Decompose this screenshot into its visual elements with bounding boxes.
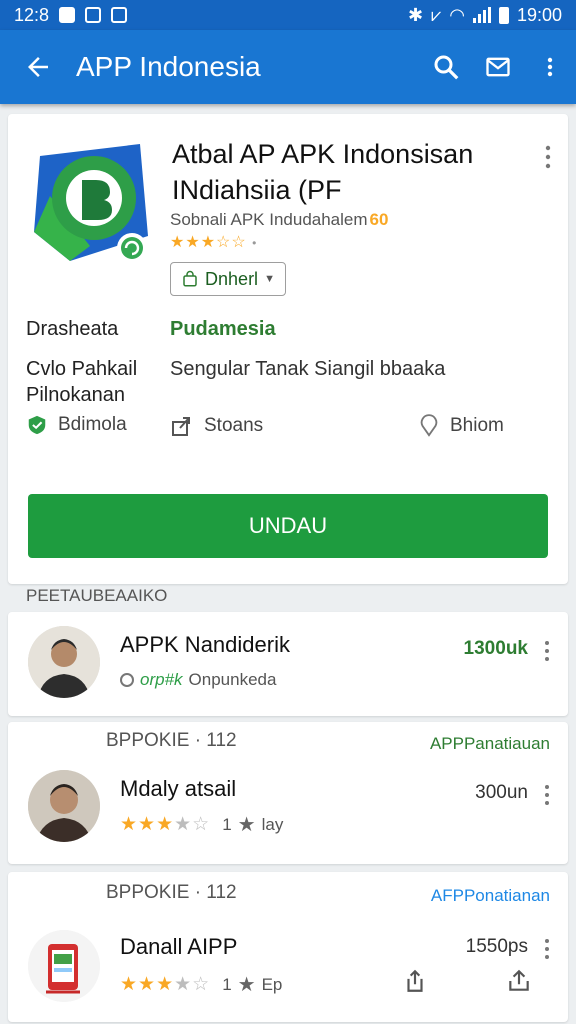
signal-icon <box>472 7 491 23</box>
status-bar: 12:8 ✱ ⩗ ◠ 19:00 <box>0 0 576 30</box>
more-vert-icon <box>547 57 553 77</box>
item-title: Mdaly atsail <box>120 776 237 801</box>
status-time-left: 12:8 <box>14 4 50 25</box>
item-header: BPPOKIE · 112 <box>106 730 237 751</box>
section-header: PEETAUBEAAIKO <box>26 586 168 605</box>
location-pin-icon <box>420 414 438 437</box>
vibrate-icon: ⩗ <box>431 4 442 25</box>
meta-label: Bhiom <box>450 415 504 436</box>
item-price: 300un <box>475 782 528 803</box>
item-rating: ★★★★☆ 1 ★ lay <box>120 812 283 837</box>
meta-label: Bdimola <box>58 414 127 435</box>
download-chip[interactable]: Dnherl ▼ <box>170 262 286 296</box>
list-item[interactable]: APPK Nandiderik orp#k Onpunkeda 1300uk <box>8 612 568 716</box>
list-item[interactable]: BPPOKIE · 112 APPPanatiauan Mdaly atsail… <box>8 722 568 864</box>
meta-verified: Bdimola <box>26 414 127 436</box>
item-publisher: Onpunkeda <box>188 670 277 689</box>
chevron-down-icon: ▼ <box>264 273 275 285</box>
share-icon <box>172 417 190 436</box>
bluetooth-icon: ✱ <box>407 4 424 25</box>
app-thumbnail <box>28 930 100 1002</box>
search-button[interactable] <box>420 30 472 104</box>
wishlist-action[interactable]: Bhiom <box>418 414 504 438</box>
star-icon: ★ <box>237 974 256 996</box>
item-extra: Ep <box>261 974 283 994</box>
item-subtitle: orp#k Onpunkeda <box>120 670 276 690</box>
install-button[interactable]: UNDAU <box>28 494 548 558</box>
app-bar-title: APP Indonesia <box>76 51 261 82</box>
notification-icon <box>111 7 128 23</box>
status-time: 19:00 <box>516 4 562 25</box>
arrow-back-icon <box>28 57 48 77</box>
bag-icon <box>183 270 197 287</box>
list-item[interactable]: BPPOKIE · 112 AFPPonatianan Danall AIPP … <box>8 872 568 1022</box>
info-label: Drasheata <box>26 318 119 340</box>
back-button[interactable] <box>0 30 76 104</box>
wifi-icon: ◠ <box>449 4 465 25</box>
globe-icon <box>120 673 134 687</box>
more-vert-icon[interactable] <box>542 784 552 806</box>
rating-count: 1 <box>222 974 232 994</box>
developer-badge: 60 <box>369 210 389 229</box>
star-rating: ★★★★☆ <box>120 974 211 995</box>
separator-dot: • <box>252 236 258 250</box>
item-price: 1300uk <box>463 638 528 659</box>
notification-icon <box>85 7 102 23</box>
avatar <box>28 770 100 842</box>
search-icon <box>434 55 459 80</box>
info-value: Pudamesia <box>170 318 276 340</box>
more-vert-icon[interactable] <box>542 144 554 170</box>
developer-line[interactable]: Sobnali APK Indudahalem 60 <box>170 210 388 230</box>
info-value: Sengular Tanak Siangil bbaaka <box>170 358 446 380</box>
meta-label: Stoans <box>204 415 264 436</box>
rating-stars: ★★★☆☆ • <box>170 232 257 252</box>
app-title: Atbal AP APK Indonsisan INdiahsiia (PF <box>172 139 474 205</box>
star-rating: ★★★★☆ <box>120 814 211 835</box>
info-label: Cvlo Pahkail Pilnokanan <box>26 358 138 406</box>
shield-check-icon <box>28 415 46 435</box>
star-icon: ★ <box>237 814 256 836</box>
avatar <box>28 626 100 698</box>
item-header: BPPOKIE · 112 <box>106 882 237 903</box>
overflow-menu-button[interactable] <box>524 30 576 104</box>
item-title: Danall AIPP <box>120 934 238 959</box>
more-vert-icon[interactable] <box>542 640 552 662</box>
item-extra: lay <box>261 814 284 834</box>
upload-icon[interactable] <box>506 968 532 994</box>
chip-label: Dnherl <box>205 268 259 289</box>
app-detail-card: Atbal AP APK Indonsisan INdiahsiia (PF S… <box>8 114 568 584</box>
item-price: 1550ps <box>465 936 528 957</box>
share-icon[interactable] <box>402 968 428 994</box>
share-action[interactable]: Stoans <box>170 414 263 438</box>
rating-count: 1 <box>222 814 232 834</box>
more-vert-icon[interactable] <box>542 938 552 960</box>
app-logo-icon <box>34 144 148 263</box>
battery-icon <box>498 6 509 24</box>
item-category[interactable]: AFPPonatianan <box>431 886 550 906</box>
notification-icon <box>59 7 76 23</box>
developer-name: Sobnali APK Indudahalem <box>170 210 368 229</box>
star-rating: ★★★☆☆ <box>170 234 247 251</box>
item-rating: ★★★★☆ 1 ★ Ep <box>120 972 282 997</box>
inbox-button[interactable] <box>472 30 524 104</box>
item-title: APPK Nandiderik <box>120 632 290 657</box>
mail-icon <box>486 57 510 77</box>
app-bar: APP Indonesia <box>0 30 576 104</box>
item-category[interactable]: APPPanatiauan <box>430 734 550 754</box>
item-tag: orp#k <box>140 670 183 689</box>
